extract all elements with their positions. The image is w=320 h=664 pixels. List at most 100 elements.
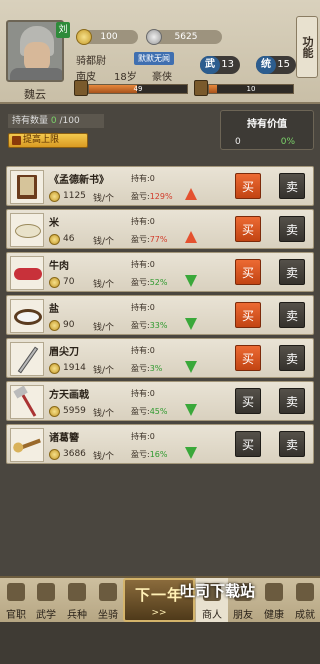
watermark-text: 吐司下载站 [180,582,256,600]
martial-arts-icon [37,583,55,601]
holdings-value-amount: 0 [235,137,241,147]
goods-price: 3686 [63,449,86,459]
goods-held: 持有:0 [131,389,155,398]
nav-label: 坐骑 [98,610,118,621]
nav-label: 商人 [202,610,222,621]
nav-label: 朋友 [233,610,253,621]
goods-name: 牛肉 [49,261,69,272]
rice-icon [10,213,44,247]
goods-price: 1125 [63,191,86,201]
goods-profit: 盈亏:16% [131,450,168,459]
goods-row: 眉尖刀 1914 钱/个 持有:0 盈亏:3% 买 卖 [6,338,314,378]
nav-item-martial[interactable]: 武学 [30,578,62,624]
holdings-current: 0 [50,116,57,126]
holdings-value-percent: 0% [280,137,295,147]
sell-button[interactable]: 卖 [279,173,305,199]
nav-item-health[interactable]: 健康 [258,578,290,624]
coin-icon [49,277,60,288]
buy-button[interactable]: 买 [235,259,261,285]
hairpin-icon [10,428,44,462]
buy-button[interactable]: 买 [235,216,261,242]
rank-title: 骑都尉 [76,56,106,67]
raise-limit-icon [12,136,21,145]
beef-icon [10,256,44,290]
holdings-count: 持有数量 0 /100 [8,114,104,128]
medicine-icon [194,80,208,96]
goods-price: 1914 [63,363,86,373]
coin-icon [49,449,60,460]
goods-unit: 钱/个 [93,366,115,376]
goods-name: 盐 [49,304,59,315]
halberd-icon [10,385,44,419]
nav-item-troops[interactable]: 兵种 [61,578,93,624]
goods-row: 米 46 钱/个 持有:0 盈亏:77% 买 卖 [6,209,314,249]
buy-button[interactable]: 买 [235,173,261,199]
stamina-bar-value: 49 [133,85,143,93]
sell-button[interactable]: 卖 [279,388,305,414]
raise-limit-button[interactable]: 提高上限 [8,133,88,148]
buy-button-disabled[interactable]: 买 [235,431,261,457]
sell-button[interactable]: 卖 [279,259,305,285]
trend-down-icon [185,361,197,373]
character-header: 刘 魏云 100 5625 骑都尉 默默无闻 南皮 18岁 豪侠 武 13 统 … [0,0,320,104]
goods-price: 46 [63,234,75,244]
stamina-bar: 49 [88,84,188,94]
age-text: 18岁 [114,72,137,83]
troops-icon [68,583,86,601]
goods-held: 持有:0 [131,174,155,183]
silver-value: 5625 [174,32,198,42]
goods-held: 持有:0 [131,346,155,355]
goods-price: 70 [63,277,75,287]
nav-label: 成就 [295,610,315,621]
buy-button[interactable]: 买 [235,302,261,328]
office-icon [7,583,25,601]
goods-held: 持有:0 [131,260,155,269]
goods-unit: 钱/个 [93,409,115,419]
sell-button[interactable]: 卖 [279,345,305,371]
buy-button-disabled[interactable]: 买 [235,388,261,414]
coin-icon [49,320,60,331]
martial-label: 武 [200,56,220,74]
goods-profit: 盈亏:52% [131,278,168,287]
goods-name: 诸葛簪 [49,433,79,444]
buy-button[interactable]: 买 [235,345,261,371]
command-value: 15 [277,59,290,70]
nav-item-achievements[interactable]: 成就 [289,578,320,624]
trend-up-icon [185,188,197,200]
goods-profit: 盈亏:45% [131,407,168,416]
nav-label: 健康 [264,610,284,621]
holdings-value-title: 持有价值 [247,119,287,130]
goods-unit: 钱/个 [93,323,115,333]
character-name: 魏云 [24,88,46,101]
nav-label: 兵种 [67,610,87,621]
goods-name: 方天画戟 [49,390,89,401]
holdings-value-panel: 持有价值 0 0% [220,110,314,150]
armor-shape [10,68,62,80]
next-year-arrows: >> [151,608,167,618]
coin-icon [49,406,60,417]
gold-value: 100 [100,32,118,42]
nav-item-office[interactable]: 官职 [0,578,32,624]
goods-row: 牛肉 70 钱/个 持有:0 盈亏:52% 买 卖 [6,252,314,292]
sell-button[interactable]: 卖 [279,216,305,242]
goods-row: 诸葛簪 3686 钱/个 持有:0 盈亏:16% 买 卖 [6,424,314,464]
health-icon [265,583,283,601]
martial-value: 13 [221,59,234,70]
goods-unit: 钱/个 [93,452,115,462]
martial-stat: 武 13 [200,56,240,74]
nav-label: 武学 [36,610,56,621]
goods-profit: 盈亏:3% [131,364,163,373]
coin-icon [49,191,60,202]
goods-profit: 盈亏:77% [131,235,168,244]
command-stat: 统 15 [256,56,296,74]
goods-unit: 钱/个 [93,280,115,290]
nav-item-mount[interactable]: 坐骑 [92,578,124,624]
function-menu-button[interactable]: 功能 [296,16,318,78]
salt-icon [10,299,44,333]
silver-counter: 5625 [146,29,222,45]
goods-unit: 钱/个 [93,237,115,247]
sell-button[interactable]: 卖 [279,302,305,328]
mount-icon [99,583,117,601]
health-bar-value: 10 [246,85,256,93]
sell-button[interactable]: 卖 [279,431,305,457]
